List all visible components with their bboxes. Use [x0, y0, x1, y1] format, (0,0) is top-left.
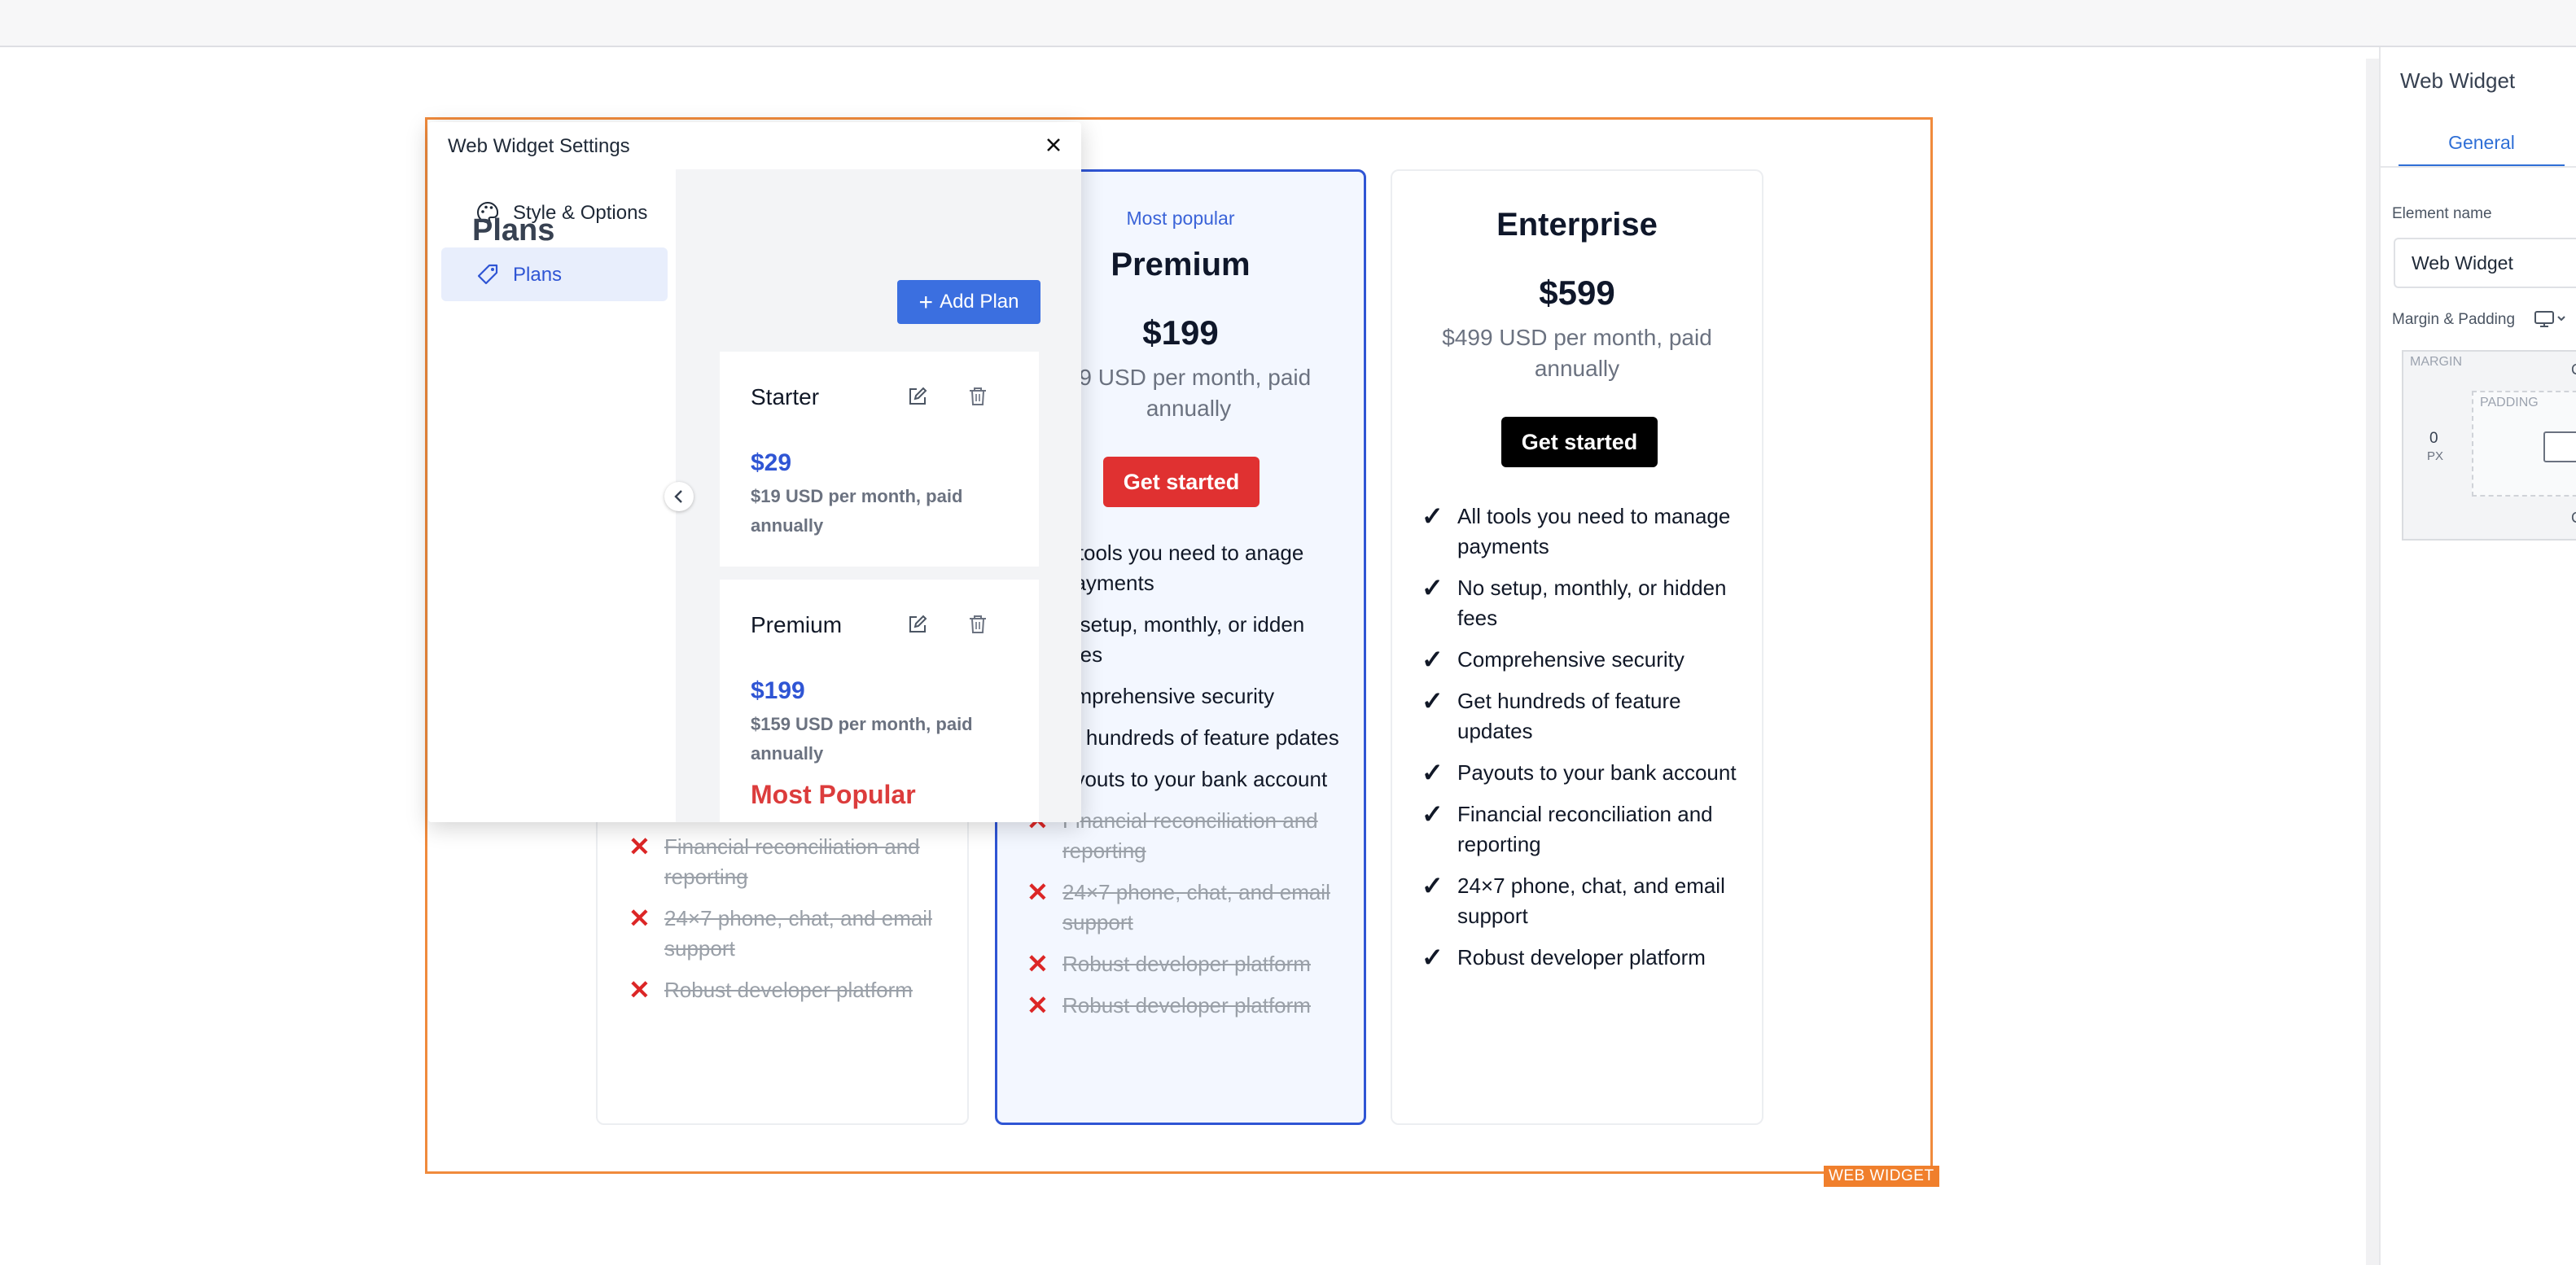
element-name-label: Element name	[2392, 205, 2492, 222]
feature-item: ✓ No setup, monthly, or hidden fees	[1422, 573, 1727, 630]
add-plan-button[interactable]: + Add Plan	[897, 280, 1040, 324]
edit-icon	[909, 387, 927, 405]
feature-item: ✓ All tools you need to manage payments	[1422, 501, 1731, 558]
plan-card-price: $29	[751, 449, 792, 476]
feature-item: ✓ Payouts to your bank account	[1422, 758, 1737, 787]
margin-left-value[interactable]: 0	[2429, 430, 2438, 448]
padding-input[interactable]	[2543, 431, 2576, 462]
margin-left-unit: PX	[2427, 449, 2444, 463]
most-popular-tag: Most Popular	[751, 780, 916, 809]
feature-item: ✓ Comprehensive security	[1422, 645, 1684, 674]
plan-subtitle: 59 USD per month, paid annually	[1066, 365, 1312, 421]
plan-card-desc: $19 USD per month, paid annually	[751, 486, 963, 536]
edit-button[interactable]	[905, 612, 930, 637]
feature-list: ✓ All tools you need to manage payments ✓…	[1422, 501, 1739, 984]
plan-subtitle: $499 USD per month, paid annually	[1442, 325, 1712, 381]
padding-label: PADDING	[2480, 396, 2539, 409]
monitor-icon	[2534, 311, 2565, 327]
feature-item: ✕Financial reconciliation and reporting	[629, 832, 920, 889]
margin-padding-label: Margin & Padding	[2392, 311, 2516, 328]
check-icon: ✓	[1422, 501, 1444, 531]
cross-icon: ✕	[1027, 878, 1049, 907]
cross-icon: ✕	[629, 975, 651, 1005]
tab-divider	[2379, 166, 2576, 168]
modal-sidebar: Style & Options Plans	[428, 169, 676, 822]
margin-top-value[interactable]: C	[2571, 361, 2576, 379]
check-icon: ✓	[1422, 943, 1444, 972]
feature-item: ✕ Robust developer platform	[629, 975, 913, 1005]
trash-icon	[970, 615, 986, 633]
plus-icon: +	[918, 289, 934, 316]
top-toolbar	[0, 0, 2576, 47]
get-started-button[interactable]: Get started	[1501, 417, 1658, 467]
check-icon: ✓	[1422, 645, 1444, 674]
chevron-left-icon	[674, 490, 682, 503]
trash-icon	[970, 387, 986, 405]
margin-label: MARGIN	[2410, 355, 2462, 369]
check-icon: ✓	[1422, 758, 1444, 787]
plan-card-price: $199	[751, 677, 805, 704]
tag-icon	[477, 264, 498, 285]
tab-general[interactable]: General	[2399, 120, 2565, 167]
feature-list: ✕ Financial reconciliation and reporting …	[629, 832, 944, 1017]
pricing-card-enterprise: Enterprise $599 $499 USD per month, paid…	[1391, 169, 1763, 1125]
feature-item: ✕ Robust developer platform	[1027, 991, 1311, 1020]
plan-card-name: Starter	[751, 384, 820, 409]
plan-card-desc: $159 USD per month, paid annually	[751, 714, 973, 764]
feature-item: ✓ 24×7 phone, chat, and email support	[1422, 871, 1725, 928]
web-widget-badge: WEB WIDGET	[1824, 1166, 1939, 1187]
properties-panel	[2379, 47, 2576, 1265]
check-icon: ✓	[1422, 686, 1444, 716]
feature-item: ✓ Financial reconciliation and reporting	[1422, 799, 1713, 856]
modal-header: Web Widget Settings	[428, 122, 1081, 169]
feature-item: ✕ 24×7 phone, chat, and email support	[1027, 878, 1330, 935]
feature-item: ✓ Get hundreds of feature updates	[1422, 686, 1681, 743]
check-icon: ✓	[1422, 871, 1444, 900]
device-selector[interactable]	[2534, 309, 2573, 329]
canvas-scrollbar[interactable]	[2366, 59, 2379, 1265]
plan-card-premium: Premium $199 $159 USD per month, paid an…	[720, 580, 1039, 822]
delete-button[interactable]	[966, 612, 990, 637]
check-icon: ✓	[1422, 573, 1444, 602]
feature-item: ✕ 24×7 phone, chat, and email support	[629, 904, 932, 961]
close-icon	[1047, 138, 1060, 151]
delete-button[interactable]	[966, 384, 990, 409]
cross-icon: ✕	[1027, 991, 1049, 1020]
edit-button[interactable]	[905, 384, 930, 409]
plan-price: $599	[1539, 274, 1615, 312]
feature-item: ✓ Robust developer platform	[1422, 943, 1706, 972]
cross-icon: ✕	[1027, 949, 1049, 978]
check-icon: ✓	[1422, 799, 1444, 829]
cross-icon: ✕	[629, 832, 651, 861]
close-button[interactable]	[1039, 130, 1068, 160]
margin-bottom-value[interactable]: C	[2571, 510, 2576, 527]
plan-card-name: Premium	[751, 612, 843, 637]
collapse-sidebar-button[interactable]	[664, 482, 694, 511]
plan-card-starter: Starter $29 $19 USD per month, paid annu…	[720, 352, 1039, 567]
feature-item: ✕ Robust developer platform	[1027, 949, 1311, 978]
plan-name: Enterprise	[1496, 207, 1658, 243]
element-name-input[interactable]: Web Widget	[2394, 238, 2576, 288]
section-title: Plans	[472, 213, 555, 247]
cross-icon: ✕	[629, 904, 651, 933]
edit-icon	[909, 615, 927, 632]
modal-title: Web Widget Settings	[448, 135, 630, 157]
get-started-button[interactable]: Get started	[1103, 457, 1260, 507]
panel-title: Web Widget	[2400, 68, 2516, 93]
nav-item-label: Plans	[513, 264, 563, 286]
nav-item-plans[interactable]: Plans	[441, 247, 668, 301]
